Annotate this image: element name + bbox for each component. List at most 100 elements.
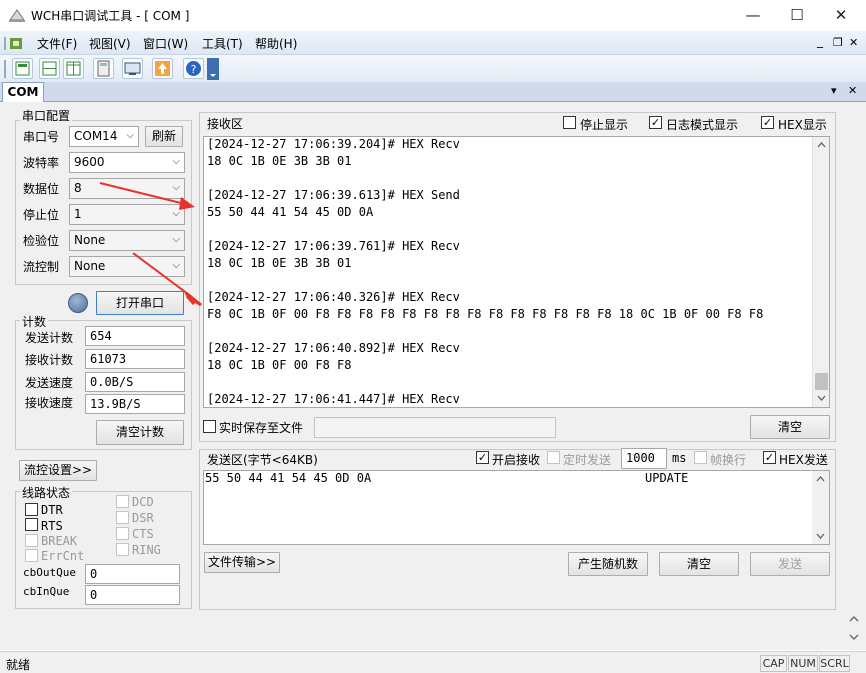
rts-label: RTS xyxy=(41,519,63,533)
port-status-indicator-icon xyxy=(68,293,88,313)
document-tab-strip: ▾ ✕ xyxy=(0,82,866,102)
menu-help[interactable]: 帮助(H) xyxy=(255,35,297,52)
rts-checkbox[interactable] xyxy=(25,518,38,531)
send-count-field: 654 xyxy=(85,326,185,346)
help-icon[interactable]: ? xyxy=(183,58,204,79)
calculator-icon[interactable] xyxy=(93,58,114,79)
break-label: BREAK xyxy=(41,534,78,548)
serial-config-title: 串口配置 xyxy=(20,107,73,124)
recv-line: F8 0C 1B 0F 00 F8 F8 F8 F8 F8 F8 F8 F8 F… xyxy=(207,307,764,321)
flow-control-label: 流控制 xyxy=(23,260,60,274)
stop-bits-select[interactable]: 1 ⌵ xyxy=(69,204,185,225)
menu-window[interactable]: 窗口(W) xyxy=(143,35,188,52)
mdi-restore-button[interactable]: ❐ xyxy=(833,36,843,49)
cts-indicator xyxy=(116,527,129,540)
save-to-file-checkbox[interactable] xyxy=(203,420,216,433)
port-label: 串口号 xyxy=(23,130,60,144)
recv-line: 55 50 44 41 54 45 0D 0A xyxy=(207,205,374,219)
frame-newline-checkbox[interactable] xyxy=(694,451,707,464)
window-title: WCH串口调试工具 - [ COM ] xyxy=(31,9,190,23)
data-bits-label: 数据位 xyxy=(23,182,60,196)
caps-lock-indicator: CAP xyxy=(760,655,787,672)
menu-tools[interactable]: 工具(T) xyxy=(202,35,243,52)
new-session-icon[interactable] xyxy=(12,58,33,79)
open-port-button[interactable]: 打开串口 xyxy=(96,291,184,315)
port-select[interactable]: COM14 ⌵ xyxy=(69,126,139,147)
receive-scrollbar[interactable] xyxy=(812,137,829,407)
device-manager-icon[interactable] xyxy=(122,58,143,79)
send-text-area[interactable]: 55 50 44 41 54 45 0D 0A UPDATE xyxy=(203,470,830,545)
minimize-button[interactable]: — xyxy=(730,0,776,31)
recv-speed-field: 13.9B/S xyxy=(85,394,185,414)
close-button[interactable]: ✕ xyxy=(818,0,864,31)
cb-in-field: 0 xyxy=(85,585,180,605)
line-status-title: 线路状态 xyxy=(20,484,73,501)
split-horizontal-icon[interactable] xyxy=(39,58,60,79)
mdi-close-button[interactable]: ✕ xyxy=(849,36,858,49)
refresh-button[interactable]: 刷新 xyxy=(145,126,183,147)
break-checkbox xyxy=(25,534,38,547)
tab-close-icon[interactable]: ✕ xyxy=(848,84,857,97)
tab-list-icon[interactable]: ▾ xyxy=(831,84,837,97)
send-button[interactable]: 发送 xyxy=(750,552,830,576)
clear-count-button[interactable]: 清空计数 xyxy=(96,420,184,445)
stop-display-checkbox[interactable] xyxy=(563,116,576,129)
clear-receive-button[interactable]: 清空 xyxy=(750,415,830,439)
interval-input[interactable]: 1000 xyxy=(621,448,667,469)
log-mode-label: 日志模式显示 xyxy=(666,118,739,132)
window-scroll-arrows-icon[interactable] xyxy=(847,613,861,643)
hex-send-checkbox[interactable]: ✓ xyxy=(763,451,776,464)
recv-line: 18 0C 1B 0F 00 F8 F8 xyxy=(207,358,352,372)
cb-in-label: cbInQue xyxy=(23,585,70,598)
app-icon xyxy=(9,9,25,22)
clear-send-button[interactable]: 清空 xyxy=(659,552,739,576)
baud-select[interactable]: 9600 ⌵ xyxy=(69,152,185,173)
flow-control-select[interactable]: None ⌵ xyxy=(69,256,185,277)
flow-settings-button[interactable]: 流控设置>> xyxy=(19,460,97,481)
recv-line: [2024-12-27 17:06:39.613]# HEX Send xyxy=(207,188,460,202)
app-menu-icon[interactable] xyxy=(4,36,26,51)
recv-line: [2024-12-27 17:06:41.447]# HEX Recv xyxy=(207,392,460,406)
hex-display-label: HEX显示 xyxy=(778,118,827,132)
random-button[interactable]: 产生随机数 xyxy=(568,552,648,576)
frame-newline-label: 帧换行 xyxy=(710,453,747,467)
maximize-button[interactable]: ☐ xyxy=(774,0,820,31)
send-scrollbar[interactable] xyxy=(812,471,829,544)
toolbar-grip-icon xyxy=(4,60,6,78)
timed-send-label: 定时发送 xyxy=(563,453,612,467)
status-text: 就绪 xyxy=(6,658,31,672)
baud-label: 波特率 xyxy=(23,156,60,170)
cb-out-label: cbOutQue xyxy=(23,566,76,579)
parity-select[interactable]: None ⌵ xyxy=(69,230,185,251)
enable-receive-label: 开启接收 xyxy=(492,453,541,467)
counter-title: 计数 xyxy=(20,313,49,330)
data-bits-select[interactable]: 8 ⌵ xyxy=(69,178,185,199)
upload-icon[interactable] xyxy=(152,58,173,79)
mdi-minimize-button[interactable]: _ xyxy=(817,34,823,48)
send-count-label: 发送计数 xyxy=(25,331,74,345)
menu-file[interactable]: 文件(F) xyxy=(37,35,77,52)
ring-label: RING xyxy=(132,543,161,557)
interval-unit-label: ms xyxy=(672,451,687,465)
split-vertical-icon[interactable] xyxy=(63,58,84,79)
send-speed-field: 0.0B/S xyxy=(85,372,185,392)
tab-com[interactable]: COM xyxy=(2,82,44,102)
log-mode-checkbox[interactable]: ✓ xyxy=(649,116,662,129)
enable-receive-checkbox[interactable]: ✓ xyxy=(476,451,489,464)
file-transfer-button[interactable]: 文件传输>> xyxy=(204,552,280,573)
recv-speed-label: 接收速度 xyxy=(25,396,74,410)
hex-send-label: HEX发送 xyxy=(779,453,828,467)
send-title: 发送区(字节<64KB) xyxy=(207,453,318,467)
receive-text-area[interactable]: [2024-12-27 17:06:39.204]# HEX Recv 18 0… xyxy=(203,136,830,408)
menu-view[interactable]: 视图(V) xyxy=(89,35,131,52)
save-to-file-label: 实时保存至文件 xyxy=(219,421,304,435)
stop-bits-label: 停止位 xyxy=(23,208,60,222)
parity-label: 检验位 xyxy=(23,234,60,248)
timed-send-checkbox[interactable] xyxy=(547,451,560,464)
toolbar-overflow-icon[interactable] xyxy=(207,58,219,80)
save-file-path-field xyxy=(314,417,556,438)
dtr-checkbox[interactable] xyxy=(25,503,38,516)
dtr-label: DTR xyxy=(41,503,63,517)
cts-label: CTS xyxy=(132,527,154,541)
hex-display-checkbox[interactable]: ✓ xyxy=(761,116,774,129)
